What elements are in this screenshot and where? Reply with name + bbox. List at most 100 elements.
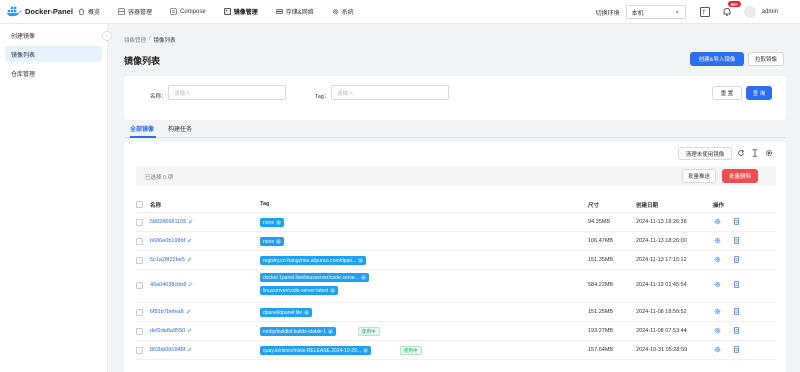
nav-images[interactable]: 镜像管理 [223, 0, 258, 24]
row-checkbox[interactable] [136, 257, 143, 264]
image-id-link[interactable]: 6f81b7befea8 [150, 309, 184, 315]
close-icon[interactable]: × [276, 239, 282, 244]
tab-all-images[interactable]: 全部镜像 [130, 124, 154, 133]
notification-badge: 99+ [727, 1, 742, 7]
gear-icon[interactable] [714, 281, 721, 288]
tag-chip[interactable]: dpanel/dpanel:lite × [260, 308, 313, 317]
document-icon[interactable] [733, 256, 740, 263]
created-date-cell: 2024-11-08 18:50:52 [636, 309, 687, 315]
sidebar-item-registry[interactable]: 仓库管理 [5, 65, 102, 81]
image-id-link[interactable]: 5c1a28f22be5 [150, 257, 185, 263]
in-use-badge: 使用中 [400, 346, 422, 355]
size-cell: 151.25MB [588, 309, 614, 315]
gear-icon[interactable] [714, 327, 721, 334]
batch-push-button[interactable]: 批量推送 [682, 169, 716, 183]
tag-chip[interactable]: none × [260, 237, 285, 246]
row-checkbox[interactable] [136, 347, 143, 354]
row-checkbox[interactable] [136, 309, 143, 316]
size-cell: 94.35MB [588, 219, 611, 225]
nav-compose[interactable]: Compose [170, 0, 206, 24]
image-id-link[interactable]: 588286681105 [150, 219, 186, 225]
create-import-image-button[interactable]: 创建&导入镜像 [690, 52, 744, 66]
tag-text: dpanel/dpanel:lite [263, 309, 303, 316]
nav-label: 容器管理 [128, 10, 153, 16]
select-all-checkbox[interactable] [136, 201, 143, 208]
close-icon[interactable]: × [328, 329, 334, 334]
notification-button[interactable]: 99+ [722, 1, 742, 17]
clean-unused-images-button[interactable]: 清理未使用镜像 [678, 147, 732, 160]
app-name: Docker-Panel [25, 7, 73, 16]
batch-delete-button[interactable]: 批量删除 [722, 169, 758, 183]
row-checkbox[interactable] [136, 238, 143, 245]
edit-icon[interactable] [187, 257, 192, 262]
env-select[interactable]: 本机 ▼ [625, 5, 686, 19]
tag-chip[interactable]: registry.cn-hangzhou.aliyuncs.com/dpan..… [260, 256, 367, 265]
avatar[interactable] [743, 6, 756, 18]
tag-chip[interactable]: moby/buildkit:buildx-stable-1 × [260, 327, 337, 336]
close-icon[interactable]: × [363, 348, 369, 353]
reset-button[interactable]: 重 置 [712, 86, 742, 100]
language-icon[interactable]: T [699, 7, 710, 17]
tag-chip[interactable]: linuxserver/code-server:latest × [260, 286, 339, 295]
edit-icon[interactable] [188, 282, 194, 287]
close-icon[interactable]: × [304, 310, 310, 315]
gear-icon[interactable] [714, 308, 721, 315]
row-checkbox[interactable] [136, 282, 143, 289]
row-checkbox[interactable] [136, 328, 143, 335]
document-icon[interactable] [733, 327, 740, 334]
gear-icon[interactable] [714, 256, 721, 263]
sidebar-item-create-image[interactable]: 创建镜像 [5, 27, 102, 43]
nav-storage-network[interactable]: 存储&网络 [276, 0, 314, 24]
table-header: 名称 Tag 尺寸 创建日期 操作 [136, 195, 776, 213]
gear-icon[interactable] [714, 237, 721, 244]
document-icon[interactable] [733, 218, 740, 225]
table-row: 6f81b7befea8 dpanel/dpanel:lite × 151.25MB 2… [136, 303, 776, 322]
close-icon[interactable]: × [358, 258, 364, 263]
document-icon[interactable] [733, 308, 740, 315]
document-icon[interactable] [733, 346, 740, 353]
pull-image-button[interactable]: 拉取镜像 [748, 52, 784, 66]
image-id-link[interactable]: 802bb0d1848f [150, 347, 185, 353]
query-button[interactable]: 查 询 [746, 86, 772, 100]
close-icon[interactable]: × [276, 220, 282, 225]
env-label: 切换环境 [595, 10, 620, 17]
edit-icon[interactable] [187, 238, 192, 243]
tab-build-tasks[interactable]: 构建任务 [168, 124, 192, 133]
close-icon[interactable]: × [330, 288, 336, 293]
sidebar-item-image-list[interactable]: 镜像列表 [5, 46, 102, 62]
nav-containers[interactable]: 容器管理 [118, 0, 152, 24]
breadcrumb-parent[interactable]: 镜像管理 [124, 36, 146, 44]
storage-icon [276, 9, 283, 14]
name-search-input[interactable]: 请输入 [168, 85, 286, 100]
image-name-cell: 802bb0d1848f [150, 347, 192, 353]
tag-search-input[interactable]: 请输入 [331, 85, 449, 100]
edit-icon[interactable] [187, 328, 192, 333]
app-logo[interactable]: Docker-Panel [6, 6, 78, 17]
document-icon[interactable] [733, 281, 740, 288]
row-checkbox[interactable] [136, 219, 143, 226]
table-row: b686e0b198bf none × 106.47MB 2024-11-13 18:2… [136, 232, 776, 251]
username[interactable]: admin [762, 9, 778, 15]
tag-chip[interactable]: quay.io/minio/minio:RELEASE.2024-10-29..… [260, 346, 372, 355]
col-ops: 操作 [713, 203, 725, 209]
image-id-link[interactable]: 40a04038cbb8 [150, 282, 186, 288]
nav-overview[interactable]: 概览 [78, 0, 100, 24]
tag-chip[interactable]: docker.1panel.live/linuxserver/code-serv… [260, 273, 369, 282]
settings-icon[interactable] [765, 149, 773, 157]
column-height-icon[interactable] [751, 149, 759, 157]
image-id-link[interactable]: def2de8a9550 [150, 328, 185, 334]
edit-icon[interactable] [187, 347, 192, 352]
created-date-cell: 2024-11-13 17:15:12 [636, 257, 687, 263]
edit-icon[interactable] [186, 309, 191, 314]
tag-chip[interactable]: none × [260, 218, 285, 227]
edit-icon[interactable] [188, 219, 193, 224]
image-id-link[interactable]: b686e0b198bf [150, 238, 185, 244]
refresh-icon[interactable] [737, 149, 745, 157]
page-title: 镜像列表 [124, 56, 161, 66]
gear-icon[interactable] [714, 346, 721, 353]
close-icon[interactable]: × [360, 275, 366, 280]
gear-icon[interactable] [714, 218, 721, 225]
sidebar-collapse-button[interactable]: ‹ [102, 31, 112, 41]
document-icon[interactable] [733, 237, 740, 244]
nav-system[interactable]: 系统 [332, 0, 354, 24]
